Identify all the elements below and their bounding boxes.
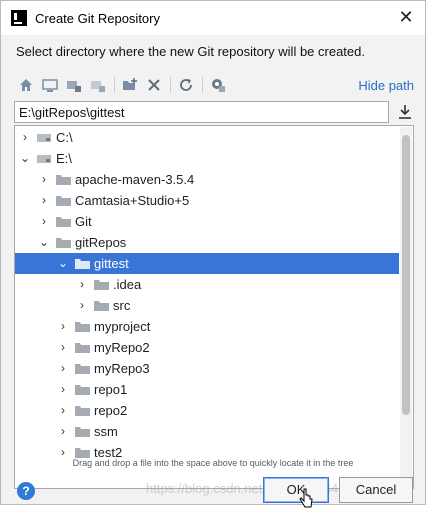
mouse-cursor-icon [299, 488, 313, 508]
folder-icon [75, 427, 90, 437]
project-icon[interactable] [66, 77, 82, 93]
expand-arrow-icon[interactable]: › [57, 337, 69, 358]
collapse-arrow-icon[interactable]: ⌄ [57, 253, 69, 274]
folder-icon [56, 238, 71, 248]
expand-arrow-icon[interactable]: › [76, 295, 88, 316]
refresh-icon[interactable] [178, 77, 194, 93]
description-text: Select directory where the new Git repos… [16, 44, 365, 59]
tree-item-label: repo1 [94, 382, 128, 397]
path-row [14, 101, 414, 123]
title-bar: Create Git Repository ✕ [1, 1, 425, 35]
tree-item-label: Git [75, 214, 92, 229]
ok-button[interactable]: OK [263, 477, 329, 503]
tree-row[interactable]: › Git [15, 211, 399, 232]
tree-row[interactable]: › Camtasia+Studio+5 [15, 190, 399, 211]
expand-arrow-icon[interactable]: › [19, 127, 31, 148]
folder-icon [75, 343, 90, 353]
toolbar-separator [202, 77, 203, 93]
collapse-arrow-icon[interactable]: ⌄ [38, 232, 50, 253]
tree-row[interactable]: › apache-maven-3.5.4 [15, 169, 399, 190]
expand-arrow-icon[interactable]: › [57, 316, 69, 337]
hide-path-link[interactable]: Hide path [358, 78, 414, 93]
tree-row[interactable]: › myRepo2 [15, 337, 399, 358]
tree-item-label: src [113, 298, 131, 313]
new-folder-icon[interactable] [122, 77, 138, 93]
toolbar-separator [114, 77, 115, 93]
expand-arrow-icon[interactable]: › [38, 169, 50, 190]
tree-row[interactable]: ⌄ gitRepos [15, 232, 399, 253]
drive-icon [37, 134, 51, 142]
tree-row[interactable]: › ssm [15, 421, 399, 442]
intellij-app-icon [11, 10, 27, 26]
expand-arrow-icon[interactable]: › [57, 379, 69, 400]
close-icon[interactable]: ✕ [397, 8, 415, 26]
tree-row[interactable]: › repo1 [15, 379, 399, 400]
folder-icon [75, 448, 90, 458]
module-icon[interactable] [90, 77, 106, 93]
tree-item-label: gittest [94, 256, 129, 271]
drive-icon [37, 155, 51, 163]
tree-row[interactable]: › .idea [15, 274, 399, 295]
path-input[interactable] [14, 101, 389, 123]
vertical-scrollbar[interactable] [400, 127, 412, 487]
dialog-content: Select directory where the new Git repos… [1, 35, 425, 508]
folder-icon [75, 259, 90, 269]
tree-item-label: repo2 [94, 403, 128, 418]
tree-row[interactable]: › src [15, 295, 399, 316]
tree-item-label: ssm [94, 424, 118, 439]
tree-row[interactable]: › repo2 [15, 400, 399, 421]
tree-item-label: .idea [113, 277, 142, 292]
show-hidden-icon[interactable] [210, 77, 226, 93]
expand-arrow-icon[interactable]: › [38, 211, 50, 232]
create-git-repository-dialog: Create Git Repository ✕ Select directory… [0, 0, 426, 508]
home-icon[interactable] [18, 77, 34, 93]
folder-icon [94, 301, 109, 311]
scrollbar-thumb[interactable] [402, 135, 410, 415]
drag-drop-hint: Drag and drop a file into the space abov… [72, 458, 354, 468]
help-icon[interactable]: ? [17, 482, 35, 500]
tree-item-label: myRepo2 [94, 340, 150, 355]
desktop-icon[interactable] [42, 77, 58, 93]
folder-icon [56, 196, 71, 206]
expand-arrow-icon[interactable]: › [57, 358, 69, 379]
toolbar-separator [170, 77, 171, 93]
tree-item-label: myproject [94, 319, 151, 334]
folder-icon [75, 364, 90, 374]
tree-row[interactable]: ⌄ E:\ [15, 148, 399, 169]
folder-icon [56, 175, 71, 185]
folder-icon [75, 385, 90, 395]
tree-item-label: gitRepos [75, 235, 127, 250]
download-icon[interactable] [396, 103, 414, 121]
tree-item-label: Camtasia+Studio+5 [75, 193, 190, 208]
tree-item-label: myRepo3 [94, 361, 150, 376]
expand-arrow-icon[interactable]: › [38, 190, 50, 211]
expand-arrow-icon[interactable]: › [57, 421, 69, 442]
folder-icon [75, 406, 90, 416]
tree-item-label: apache-maven-3.5.4 [75, 172, 195, 187]
collapse-arrow-icon[interactable]: ⌄ [19, 148, 31, 169]
folder-icon [94, 280, 109, 290]
delete-icon[interactable] [146, 77, 162, 93]
cancel-button[interactable]: Cancel [339, 477, 413, 503]
tree-row[interactable]: › C:\ [15, 127, 399, 148]
window-title: Create Git Repository [35, 10, 160, 26]
tree-row[interactable]: ⌄ gittest [15, 253, 399, 274]
expand-arrow-icon[interactable]: › [76, 274, 88, 295]
folder-icon [75, 322, 90, 332]
directory-tree[interactable]: › C:\ ⌄ E:\ › apache-maven-3.5.4 › Camtasia+Stu… [14, 125, 414, 489]
tree-row[interactable]: › myRepo3 [15, 358, 399, 379]
expand-arrow-icon[interactable]: › [57, 400, 69, 421]
tree-row[interactable]: › myproject [15, 316, 399, 337]
tree-item-label: E:\ [56, 151, 72, 166]
tree-item-label: C:\ [56, 130, 73, 145]
file-chooser-toolbar: Hide path [14, 73, 414, 99]
folder-icon [56, 217, 71, 227]
